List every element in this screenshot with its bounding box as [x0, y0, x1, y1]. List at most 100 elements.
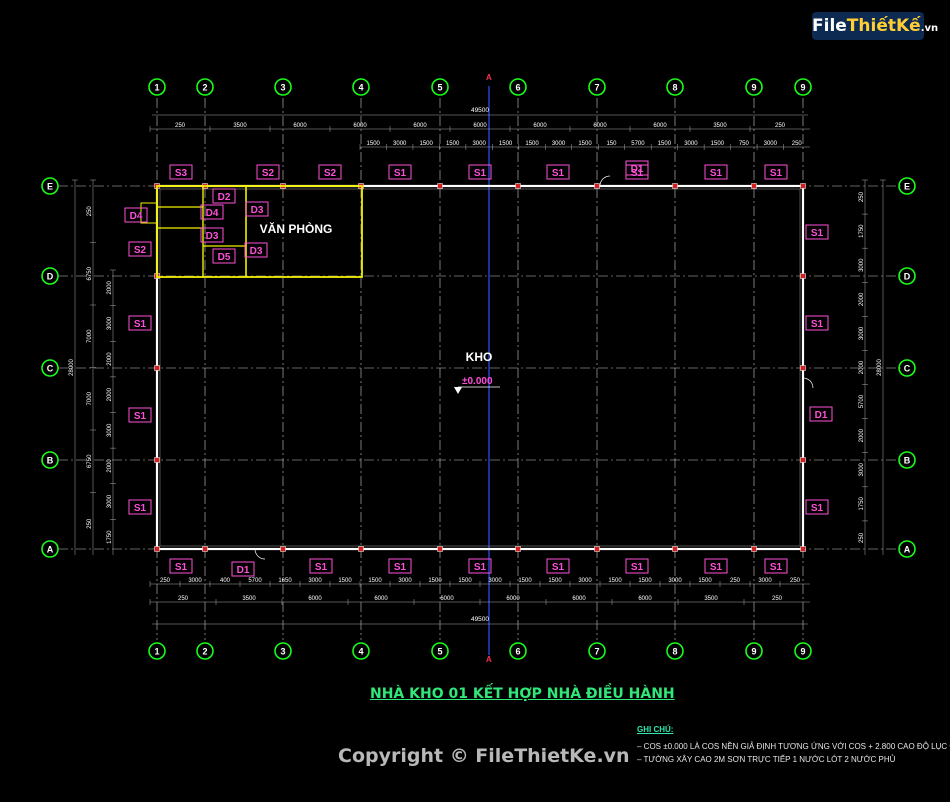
logo-file: File: [812, 16, 847, 36]
dim-top-row2-text: 150: [606, 141, 617, 147]
room-label-warehouse: KHO: [466, 350, 493, 364]
dim-top-total: 49500: [471, 107, 489, 114]
dim-top-row2-text: 1500: [499, 141, 513, 147]
dim-top-row2-text: 750: [739, 141, 750, 147]
column-post: [358, 546, 364, 552]
grid-bubble-top-4-label: 4: [358, 83, 363, 93]
dim-bottom-row1-text: 1500: [548, 578, 562, 584]
window-tag-top-1-text: S2: [262, 168, 275, 179]
copyright-text: Copyright © FileThietKe.vn: [338, 745, 630, 767]
dim-bottom-row1-text: 1650: [278, 578, 292, 584]
dim-bottom-row2-text: 6000: [506, 596, 520, 602]
column-post: [800, 183, 806, 189]
dim-bottom-row1-text: 3000: [578, 578, 592, 584]
grid-bubble-right-D-label: D: [904, 272, 911, 282]
dim-top-row2-text: 1500: [658, 141, 672, 147]
floor-plan: A A 1 1 2 2 3 3 4 4 5 5 6 6 7 7 8 8 9 9 9 9 E E D D C C B B A A 49500 250…: [41, 73, 916, 664]
logo-dotvn: .vn: [920, 23, 939, 34]
dim-left-small-text: 3000: [107, 316, 113, 330]
column-post: [515, 183, 521, 189]
dim-top-row2-text: 1500: [367, 141, 381, 147]
door-tag-d4b-text: D4: [130, 211, 143, 222]
dim-left-inner-text: 6750: [87, 266, 93, 280]
grid-bubble-bottom-6-label: 6: [515, 647, 520, 657]
dim-bottom-row2-text: 6000: [308, 596, 322, 602]
column-post: [154, 457, 160, 463]
dim-right-outer-text: 28000: [877, 358, 883, 375]
door-tag-d1-right-text: D1: [815, 410, 828, 421]
dim-right-inner-text: 1750: [859, 497, 865, 511]
dim-top-row2-text: 5700: [631, 141, 645, 147]
dim-top-row2-text: 1500: [446, 141, 460, 147]
dim-right-inner-text: 250: [859, 532, 865, 543]
window-tag-right-1-text: S1: [811, 319, 824, 330]
note-line-1: – COS ±0.000 LÀ COS NỀN GIẢ ĐỊNH TƯƠNG Ứ…: [637, 742, 950, 751]
door-tag-d5-text: D5: [218, 252, 231, 263]
window-tag-top-0-text: S3: [175, 168, 188, 179]
column-post: [437, 183, 443, 189]
dim-right-inner-text: 2000: [859, 360, 865, 374]
dim-top-row1-text: 6000: [413, 123, 427, 129]
grid-bubble-bottom-9b-label: 9: [800, 647, 805, 657]
dim-bottom-row1-text: 1500: [518, 578, 532, 584]
note-line-2: – TƯỜNG XÂY CAO 2M SƠN TRỰC TIẾP 1 NƯỚC …: [637, 755, 896, 764]
window-tag-bottom-5-text: S1: [631, 562, 644, 573]
dim-top-row2-text: 250: [792, 141, 803, 147]
column-post: [800, 546, 806, 552]
dim-bottom-row1-text: 5700: [248, 578, 262, 584]
door-swing-bottom: [254, 548, 266, 560]
dim-bottom-row1-text: 1500: [338, 578, 352, 584]
column-post: [202, 546, 208, 552]
window-tag-bottom-2-text: S1: [394, 562, 407, 573]
dim-top-row1-text: 6000: [533, 123, 547, 129]
column-post: [751, 183, 757, 189]
grid-bubble-top-9b-label: 9: [800, 83, 805, 93]
grid-bubble-right-C-label: C: [904, 364, 911, 374]
dim-bottom-row1-text: 250: [160, 578, 171, 584]
dim-top-row1-text: 6000: [293, 123, 307, 129]
column-post: [672, 546, 678, 552]
window-tag-left-1-text: S1: [134, 319, 147, 330]
window-tag-top-4-text: S1: [474, 168, 487, 179]
dim-right-inner-text: 250: [859, 191, 865, 202]
dim-top-row1-text: 6000: [473, 123, 487, 129]
column-post: [515, 546, 521, 552]
grid-bubble-left-A-label: A: [47, 545, 54, 555]
window-tag-left-0-text: S2: [134, 245, 147, 256]
dim-bottom-row1-text: 3000: [758, 578, 772, 584]
grid-bubble-bottom-8-label: 8: [672, 647, 677, 657]
dim-bottom-row1-text: 400: [220, 578, 231, 584]
dim-bottom-row1-text: 1500: [368, 578, 382, 584]
grid-bubble-bottom-4-label: 4: [358, 647, 363, 657]
door-tag-d3a-text: D3: [251, 205, 264, 216]
column-post: [751, 546, 757, 552]
dim-top-row1-text: 3500: [233, 123, 247, 129]
dim-bottom-row2-text: 3500: [242, 596, 256, 602]
window-tag-bottom-1-text: S1: [315, 562, 328, 573]
grid-bubble-top-6-label: 6: [515, 83, 520, 93]
dim-bottom-row1-text: 3000: [308, 578, 322, 584]
dim-top-row2-text: 1500: [419, 141, 433, 147]
window-tag-bottom-7-text: S1: [770, 562, 783, 573]
dim-top-row1-text: 6000: [593, 123, 607, 129]
dim-right-inner-text: 3000: [859, 326, 865, 340]
door-tag-d2-text: D2: [218, 192, 231, 203]
window-tag-top-7-text: S1: [770, 168, 783, 179]
grid-bubble-bottom-5-label: 5: [437, 647, 442, 657]
dim-bottom-row2-text: 6000: [440, 596, 454, 602]
column-post: [800, 457, 806, 463]
dim-bottom-row1-text: 1500: [698, 578, 712, 584]
door-tag-d3b-text: D3: [206, 231, 219, 242]
dim-left-small-text: 2000: [107, 459, 113, 473]
dim-bottom-row1-text: 1500: [608, 578, 622, 584]
level-marker: [454, 387, 462, 394]
dim-bottom-row1-text: 250: [730, 578, 741, 584]
dim-bottom-row1-text: 3000: [668, 578, 682, 584]
dim-right-inner-text: 3000: [859, 462, 865, 476]
grid-bubble-top-3-label: 3: [280, 83, 285, 93]
dim-left-small-text: 2000: [107, 280, 113, 294]
dim-top-row2-text: 3000: [393, 141, 407, 147]
window-tag-top-2-text: S2: [324, 168, 337, 179]
filethietke-logo: FileThiếtKế.vn: [812, 12, 938, 40]
dim-bottom-row1-text: 3000: [398, 578, 412, 584]
